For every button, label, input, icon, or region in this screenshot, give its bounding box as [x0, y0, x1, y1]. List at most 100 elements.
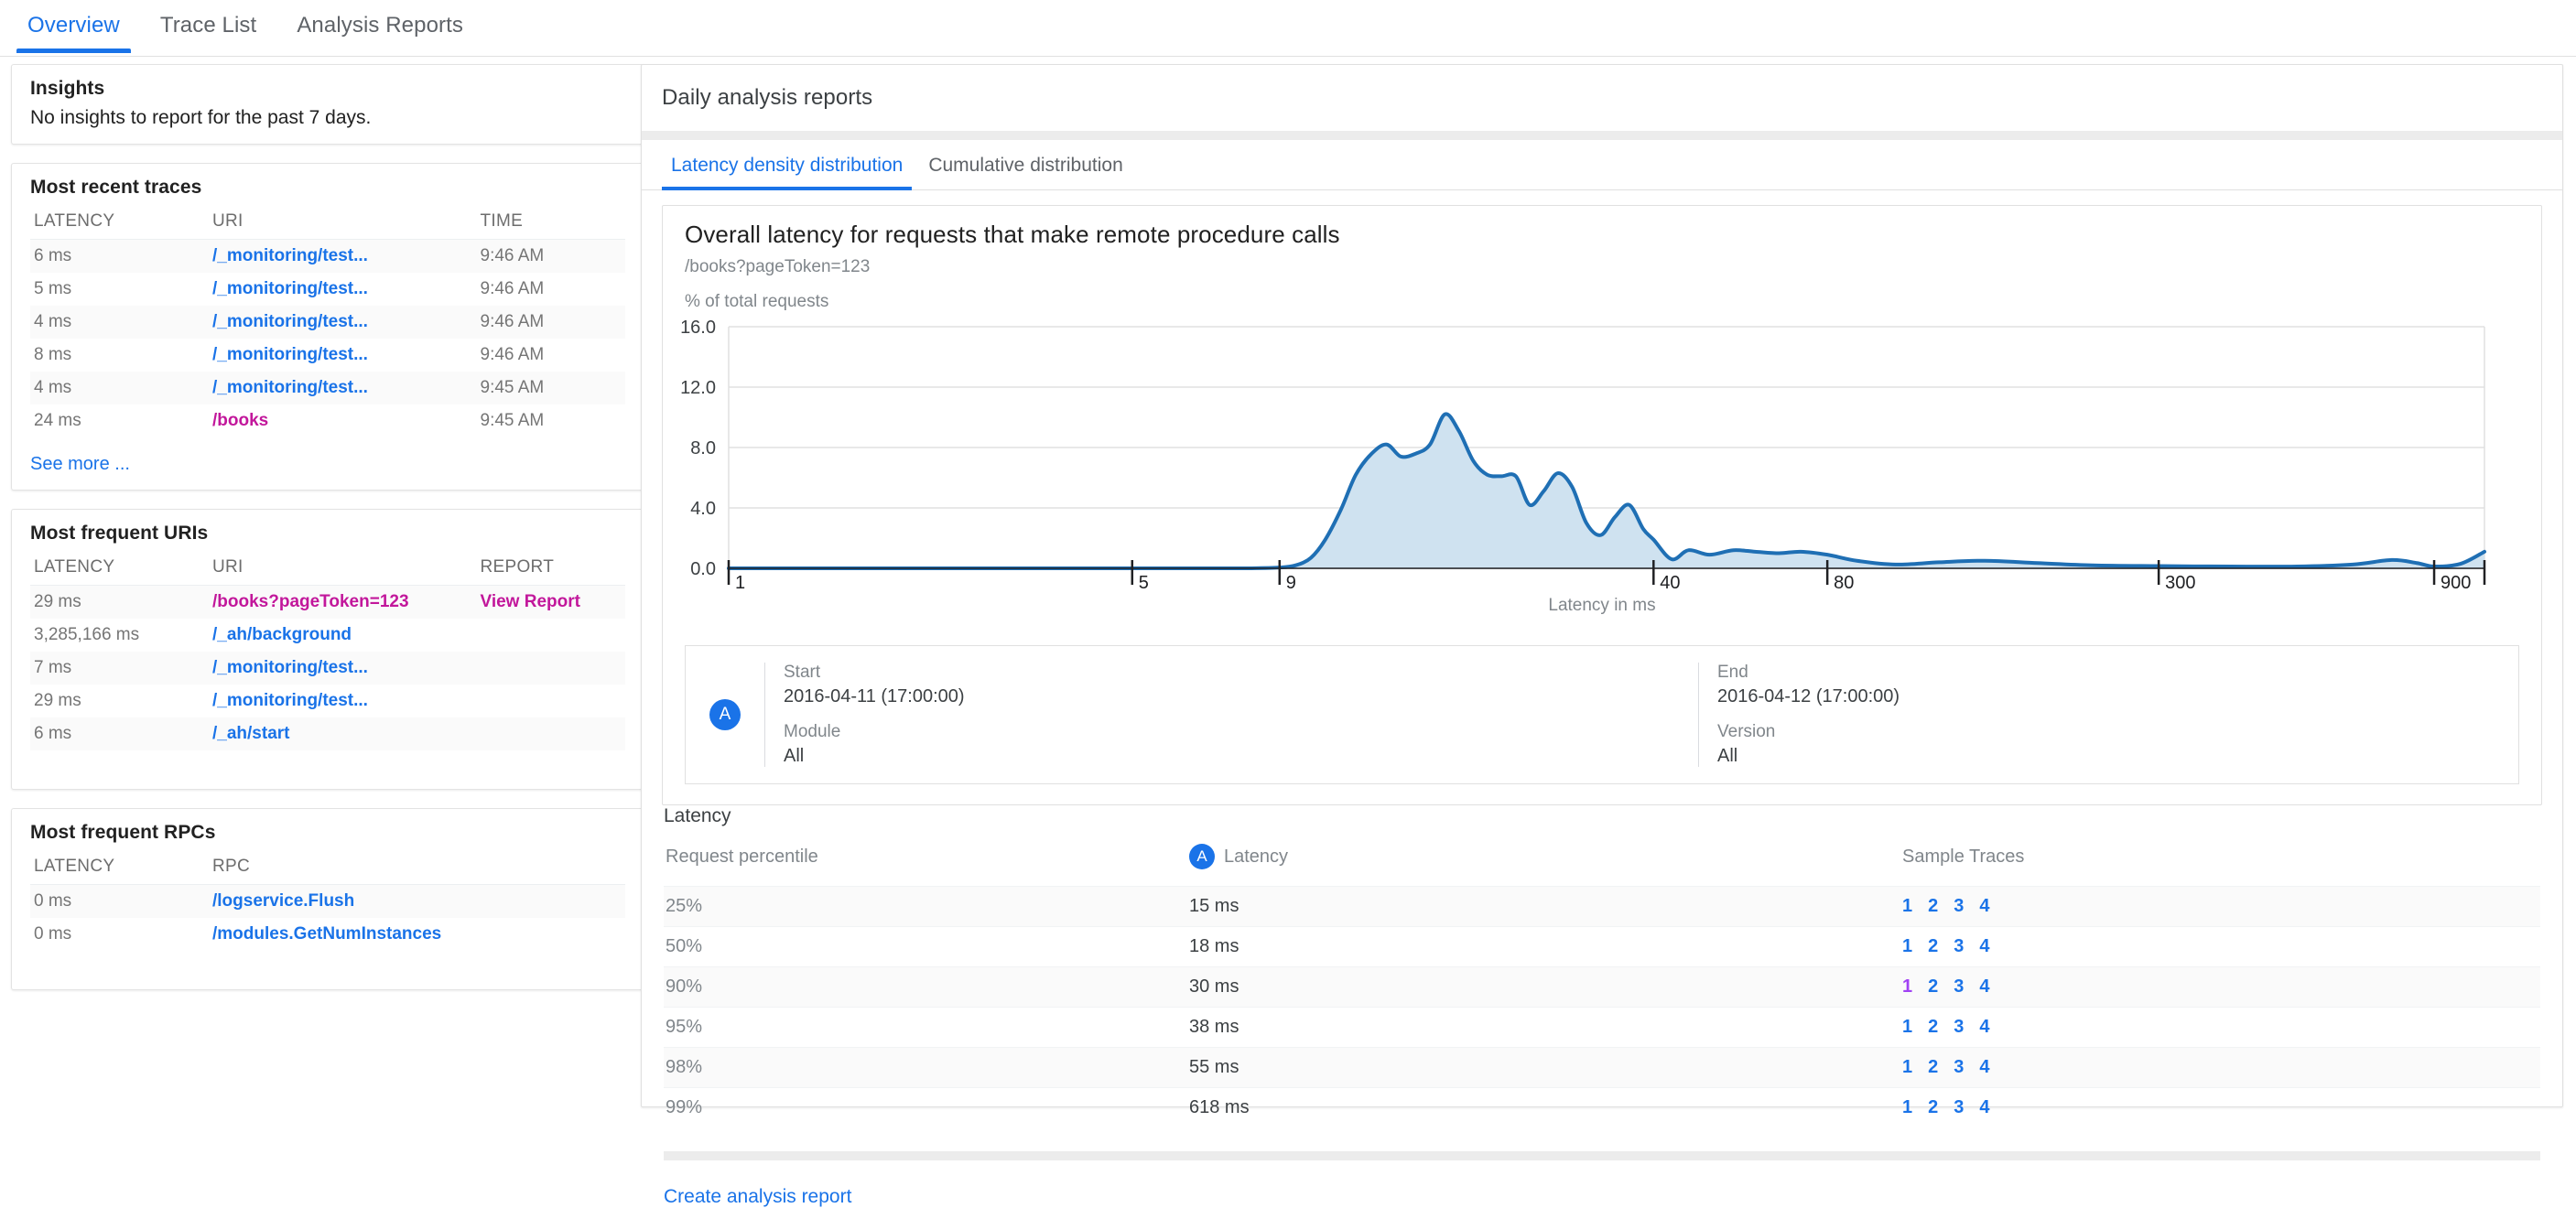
sample-trace-link[interactable]: 4: [1979, 1097, 1989, 1117]
svg-text:12.0: 12.0: [680, 378, 716, 398]
cell-latency: 29 ms: [34, 691, 81, 710]
sample-trace-link[interactable]: 2: [1928, 1017, 1938, 1037]
cell-percentile: 98%: [666, 1057, 703, 1077]
frequent-rpcs-card: Most frequent RPCs LATENCY RPC 0 ms /log…: [11, 808, 644, 990]
tab-trace-list[interactable]: Trace List: [140, 0, 276, 53]
cell-report: [477, 619, 626, 652]
module-value: All: [784, 746, 805, 766]
cell-report: View Report: [477, 586, 626, 620]
cell-uri: /_monitoring/test...: [209, 339, 477, 372]
sample-trace-link[interactable]: 2: [1928, 936, 1938, 956]
frequent-rpcs-title: Most frequent RPCs: [30, 822, 216, 843]
sample-trace-link[interactable]: 2: [1928, 976, 1938, 997]
sample-trace-link[interactable]: 3: [1954, 976, 1964, 997]
sample-trace-link[interactable]: 2: [1928, 1097, 1938, 1117]
insights-title: Insights: [30, 78, 105, 99]
uri-link[interactable]: /_monitoring/test...: [212, 691, 368, 710]
cell-time: 9:46 AM: [480, 279, 545, 298]
table-row: 7 ms /_monitoring/test...: [30, 652, 625, 685]
end-label: End: [1717, 663, 1748, 682]
sample-trace-link[interactable]: 1: [1902, 1097, 1912, 1117]
tab-overview[interactable]: Overview: [7, 0, 140, 53]
metadata-column-end: End 2016-04-12 (17:00:00) Version All: [1698, 663, 2522, 767]
cell-latency: 3,285,166 ms: [34, 625, 140, 644]
uri-link[interactable]: /_monitoring/test...: [212, 246, 368, 265]
uri-link[interactable]: /_monitoring/test...: [212, 658, 368, 677]
cell-uri: /_ah/start: [209, 717, 477, 750]
frequent-uris-body: 29 ms /books?pageToken=123 View Report 3…: [30, 585, 626, 774]
uri-link[interactable]: /_ah/start: [212, 724, 289, 743]
sample-trace-link[interactable]: 3: [1954, 896, 1964, 916]
table-header-row: LATENCY URI REPORT: [30, 552, 625, 586]
sample-trace-link[interactable]: 4: [1979, 1057, 1989, 1077]
daily-analysis-reports-panel: Daily analysis reports Latency density d…: [641, 64, 2563, 1207]
spacer-cell: [30, 951, 625, 975]
table-row: 3,285,166 ms /_ah/background: [30, 619, 625, 652]
cell-latency: 0 ms: [34, 891, 72, 911]
chart-title: Overall latency for requests that make r…: [685, 221, 1340, 248]
cell-sample-traces: 1234: [1902, 1088, 2540, 1128]
sample-trace-link[interactable]: 3: [1954, 1097, 1964, 1117]
tab-latency-density-distribution[interactable]: Latency density distribution: [658, 140, 915, 190]
uri-link[interactable]: /books?pageToken=123: [212, 592, 409, 611]
cell-uri: /_monitoring/test...: [209, 372, 477, 404]
recent-traces-body: 6 ms /_monitoring/test... 9:46 AM 5 ms /…: [30, 239, 625, 438]
view-report-link[interactable]: View Report: [481, 592, 580, 611]
primary-tab-bar: Overview Trace List Analysis Reports: [0, 0, 2576, 57]
sample-trace-link[interactable]: 2: [1928, 1057, 1938, 1077]
sample-trace-link[interactable]: 2: [1928, 896, 1938, 916]
uri-link[interactable]: /_monitoring/test...: [212, 279, 368, 298]
cell-percentile: 99%: [666, 1097, 703, 1117]
col-header-latency: LATENCY: [30, 552, 209, 586]
sample-trace-link[interactable]: 1: [1902, 1017, 1912, 1037]
svg-text:1: 1: [735, 573, 745, 593]
tab-cumulative-distribution[interactable]: Cumulative distribution: [915, 140, 1135, 189]
uri-link[interactable]: /books: [212, 411, 268, 430]
sample-trace-link[interactable]: 1: [1902, 936, 1912, 956]
tab-cumulative-label: Cumulative distribution: [928, 155, 1123, 176]
chart-subtitle: /books?pageToken=123: [685, 257, 871, 276]
sample-trace-link[interactable]: 1: [1902, 976, 1912, 997]
sample-trace-link[interactable]: 3: [1954, 936, 1964, 956]
sample-trace-link[interactable]: 3: [1954, 1017, 1964, 1037]
uri-link[interactable]: /_monitoring/test...: [212, 378, 368, 397]
latency-density-svg: 0.0 4.0 8.0 12.0 16.0 1 5 9 40 80 300 900: [680, 319, 2486, 593]
uri-link[interactable]: /_ah/background: [212, 625, 352, 644]
sample-trace-link[interactable]: 1: [1902, 1057, 1912, 1077]
cell-rpc: /logservice.Flush: [209, 885, 625, 919]
col-header-time: TIME: [476, 206, 625, 240]
left-sidebar-column: Insights No insights to report for the p…: [11, 64, 644, 1008]
see-more-link[interactable]: See more ...: [30, 454, 130, 475]
cell-sample-traces: 1234: [1902, 927, 2540, 967]
table-row: 90% 30 ms 1234: [664, 966, 2540, 1008]
recent-traces-card: Most recent traces LATENCY URI TIME 6 ms…: [11, 163, 644, 491]
rpc-link[interactable]: /logservice.Flush: [212, 891, 354, 911]
uri-link[interactable]: /_monitoring/test...: [212, 312, 368, 331]
sample-trace-link[interactable]: 4: [1979, 976, 1989, 997]
cell-percentile: 90%: [666, 976, 703, 997]
cell-latency: 6 ms: [34, 246, 72, 265]
chart-y-tick-labels: 0.0 4.0 8.0 12.0 16.0: [680, 319, 716, 579]
cell-sample-traces: 1234: [1902, 887, 2540, 927]
table-spacer-row: [30, 750, 625, 774]
cell-time: 9:46 AM: [480, 345, 545, 364]
sample-trace-link[interactable]: 1: [1902, 896, 1912, 916]
create-analysis-report-link[interactable]: Create analysis report: [664, 1186, 851, 1208]
tab-trace-list-label: Trace List: [159, 13, 257, 38]
cell-percentile: 95%: [666, 1017, 703, 1037]
version-value: All: [1717, 746, 1738, 766]
chart-y-axis-label: % of total requests: [685, 292, 829, 311]
latency-chart-card: Overall latency for requests that make r…: [662, 205, 2542, 805]
svg-text:300: 300: [2165, 573, 2195, 593]
uri-link[interactable]: /_monitoring/test...: [212, 345, 368, 364]
sample-trace-link[interactable]: 4: [1979, 896, 1989, 916]
sample-trace-link[interactable]: 3: [1954, 1057, 1964, 1077]
tab-analysis-reports[interactable]: Analysis Reports: [276, 0, 483, 53]
rpc-link[interactable]: /modules.GetNumInstances: [212, 924, 441, 944]
sample-trace-link[interactable]: 4: [1979, 1017, 1989, 1037]
sample-trace-link[interactable]: 4: [1979, 936, 1989, 956]
col-header-uri: URI: [209, 552, 477, 586]
tab-latency-density-label: Latency density distribution: [671, 155, 904, 176]
table-row: 4 ms /_monitoring/test... 9:45 AM: [30, 372, 625, 404]
chart-plot-area[interactable]: 0.0 4.0 8.0 12.0 16.0 1 5 9 40 80 300 900: [663, 319, 2541, 594]
